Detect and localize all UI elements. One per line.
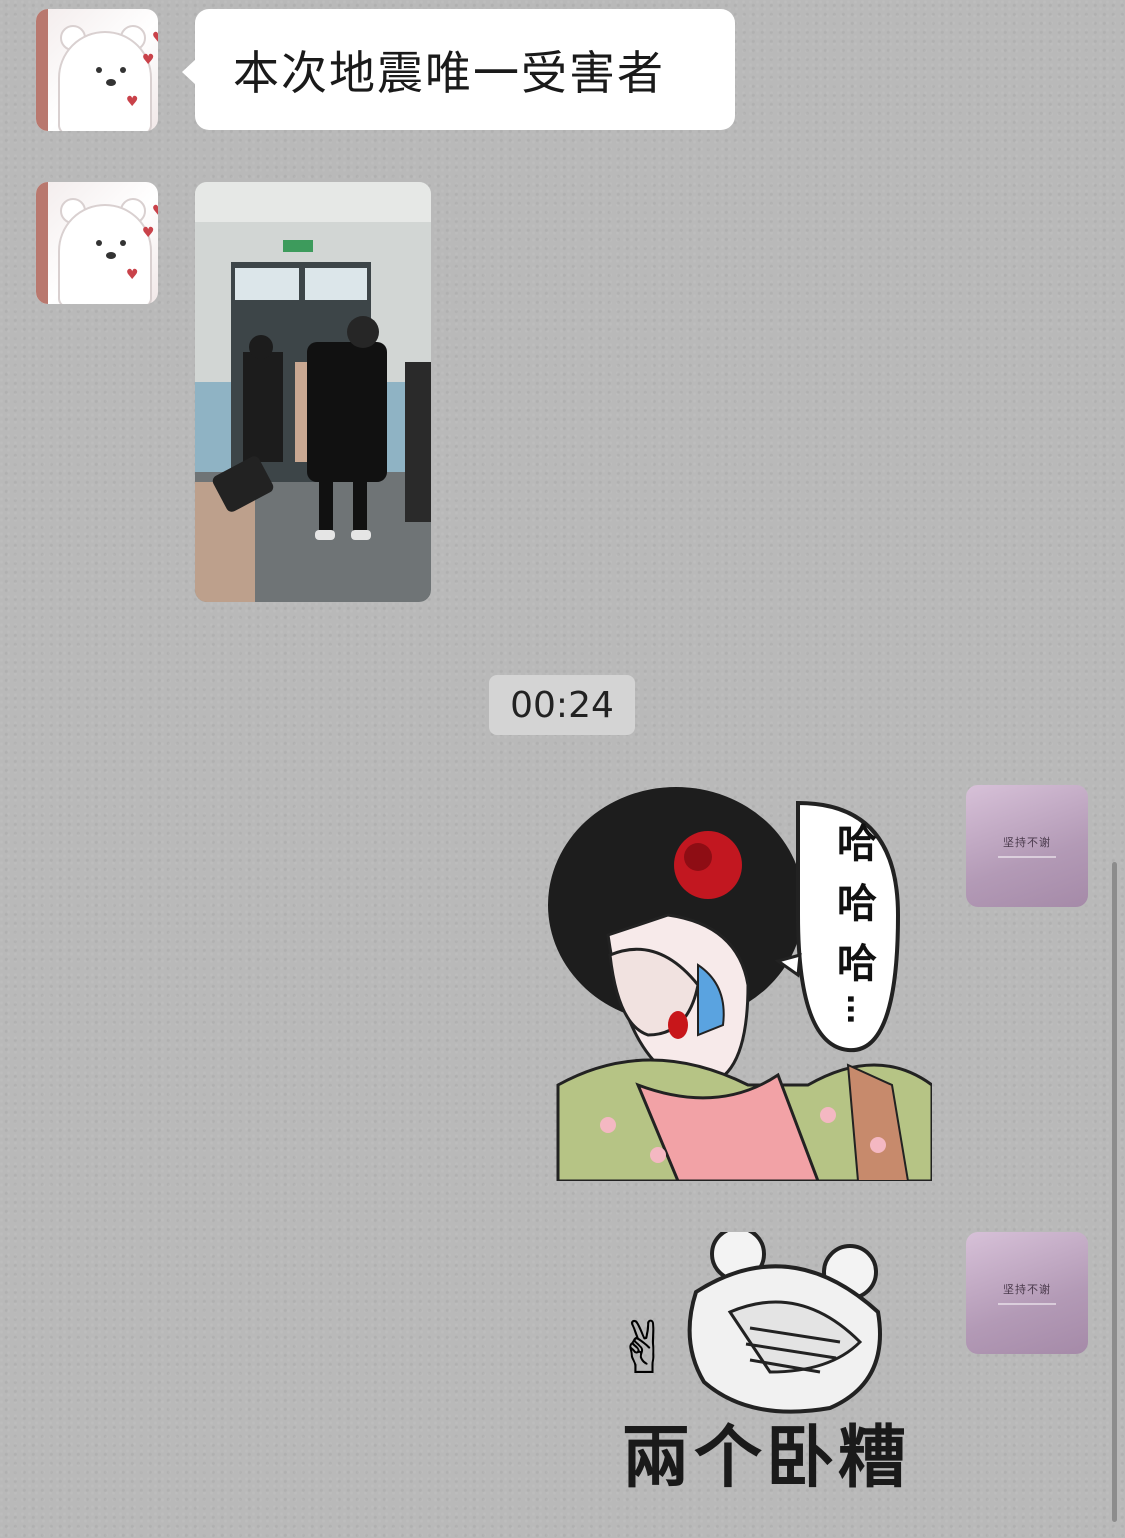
heart-icon: ♥	[142, 225, 155, 241]
photo-corridor	[195, 182, 431, 602]
bear-eye-icon	[96, 67, 102, 73]
heart-icon: ♥	[126, 94, 139, 110]
heart-icon: ♥	[126, 267, 139, 283]
sticker-caption: 兩个卧糟	[621, 1419, 910, 1498]
my-avatar[interactable]: 坚持不谢	[966, 785, 1088, 907]
bear-nose-icon	[106, 252, 116, 259]
avatar-border	[36, 9, 48, 131]
avatar-decoration	[998, 1303, 1056, 1305]
image-message[interactable]	[195, 182, 431, 602]
speech-char: 哈	[837, 821, 877, 867]
avatar-calligraphy: 坚持不谢	[1003, 836, 1051, 849]
bear-face-icon	[58, 204, 152, 304]
timestamp-text: 00:24	[510, 684, 614, 726]
bear-eye-icon	[120, 240, 126, 246]
avatar-decoration	[998, 856, 1056, 858]
speech-ellipsis: …	[840, 994, 875, 1028]
peace-emoji-icon: ✌	[614, 1306, 675, 1390]
bear-nose-icon	[106, 79, 116, 86]
scrollbar[interactable]	[1112, 862, 1117, 1522]
speech-char: 哈	[837, 941, 877, 987]
contact-avatar[interactable]: ♥ ♥ ♥	[36, 182, 158, 304]
bear-face-icon	[58, 31, 152, 131]
avatar-border	[36, 182, 48, 304]
message-text: 本次地震唯一受害者	[233, 45, 665, 100]
heart-icon: ♥	[152, 31, 158, 45]
timestamp-divider: 00:24	[489, 675, 635, 735]
message-bubble[interactable]: 本次地震唯一受害者	[182, 9, 735, 130]
contact-avatar[interactable]: ♥ ♥ ♥	[36, 9, 158, 131]
my-avatar[interactable]: 坚持不谢	[966, 1232, 1088, 1354]
heart-icon: ♥	[152, 204, 158, 218]
bear-eye-icon	[120, 67, 126, 73]
speech-char: 哈	[837, 881, 877, 927]
heart-icon: ♥	[142, 52, 155, 68]
bear-eye-icon	[96, 240, 102, 246]
avatar-calligraphy: 坚持不谢	[1003, 1283, 1051, 1296]
sticker-speech-bubble: 哈 哈 哈 …	[808, 796, 906, 1048]
